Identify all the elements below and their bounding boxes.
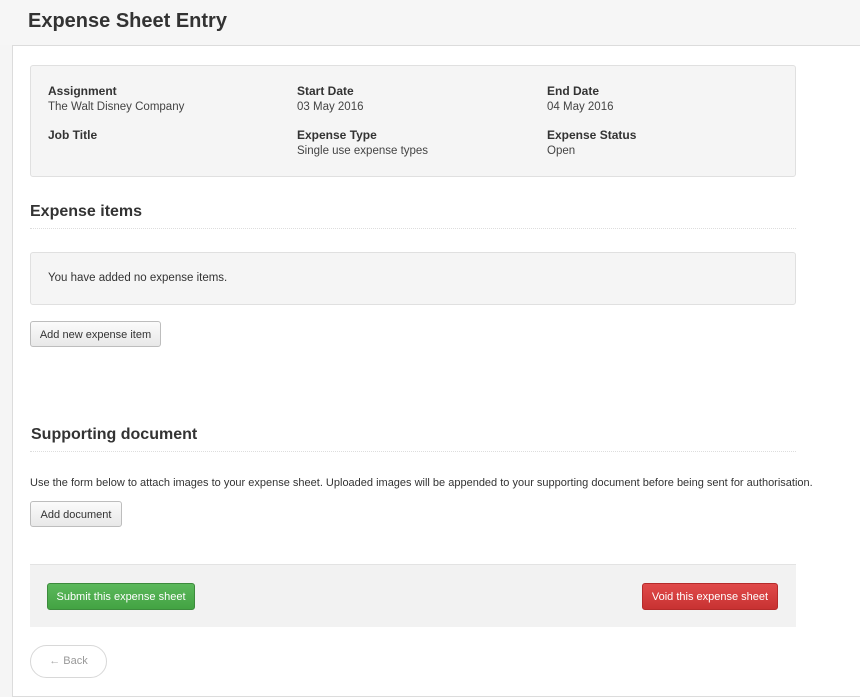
supporting-document-help-text: Use the form below to attach images to y… <box>30 477 813 489</box>
expense-sheet-panel: Assignment The Walt Disney Company Start… <box>12 45 860 697</box>
page-header: Expense Sheet Entry <box>0 0 860 45</box>
expense-status-label: Expense Status <box>547 128 637 142</box>
end-date-label: End Date <box>547 84 600 98</box>
assignment-value: The Walt Disney Company <box>48 101 185 113</box>
page-title: Expense Sheet Entry <box>28 10 227 32</box>
action-bar: Submit this expense sheet Void this expe… <box>30 564 796 627</box>
void-expense-sheet-button[interactable]: Void this expense sheet <box>642 583 778 610</box>
add-expense-item-button[interactable]: Add new expense item <box>30 321 161 347</box>
expense-type-field: Expense Type Single use expense types <box>297 127 428 159</box>
job-title-label: Job Title <box>48 128 98 142</box>
end-date-value: 04 May 2016 <box>547 101 614 113</box>
assignment-field: Assignment The Walt Disney Company <box>48 83 184 115</box>
start-date-label: Start Date <box>297 84 354 98</box>
start-date-field: Start Date 03 May 2016 <box>297 83 364 115</box>
start-date-value: 03 May 2016 <box>297 101 364 113</box>
expense-summary-box: Assignment The Walt Disney Company Start… <box>30 65 796 177</box>
submit-expense-sheet-button[interactable]: Submit this expense sheet <box>47 583 195 610</box>
expense-type-value: Single use expense types <box>297 145 429 157</box>
assignment-label: Assignment <box>48 84 117 98</box>
back-button[interactable]: ← Back <box>30 645 107 678</box>
back-label: Back <box>63 655 88 667</box>
empty-expense-items-notice: You have added no expense items. <box>30 252 796 305</box>
left-arrow-icon: ← <box>49 655 61 667</box>
job-title-field: Job Title <box>48 127 97 143</box>
supporting-document-divider <box>30 451 796 452</box>
expense-status-value: Open <box>547 145 576 157</box>
expense-items-title: Expense items <box>30 203 143 220</box>
expense-items-divider <box>30 228 796 229</box>
expense-type-label: Expense Type <box>297 128 377 142</box>
add-document-button[interactable]: Add document <box>30 501 122 527</box>
end-date-field: End Date 04 May 2016 <box>547 83 614 115</box>
expense-status-field: Expense Status Open <box>547 127 636 159</box>
supporting-document-title: Supporting document <box>31 426 198 443</box>
